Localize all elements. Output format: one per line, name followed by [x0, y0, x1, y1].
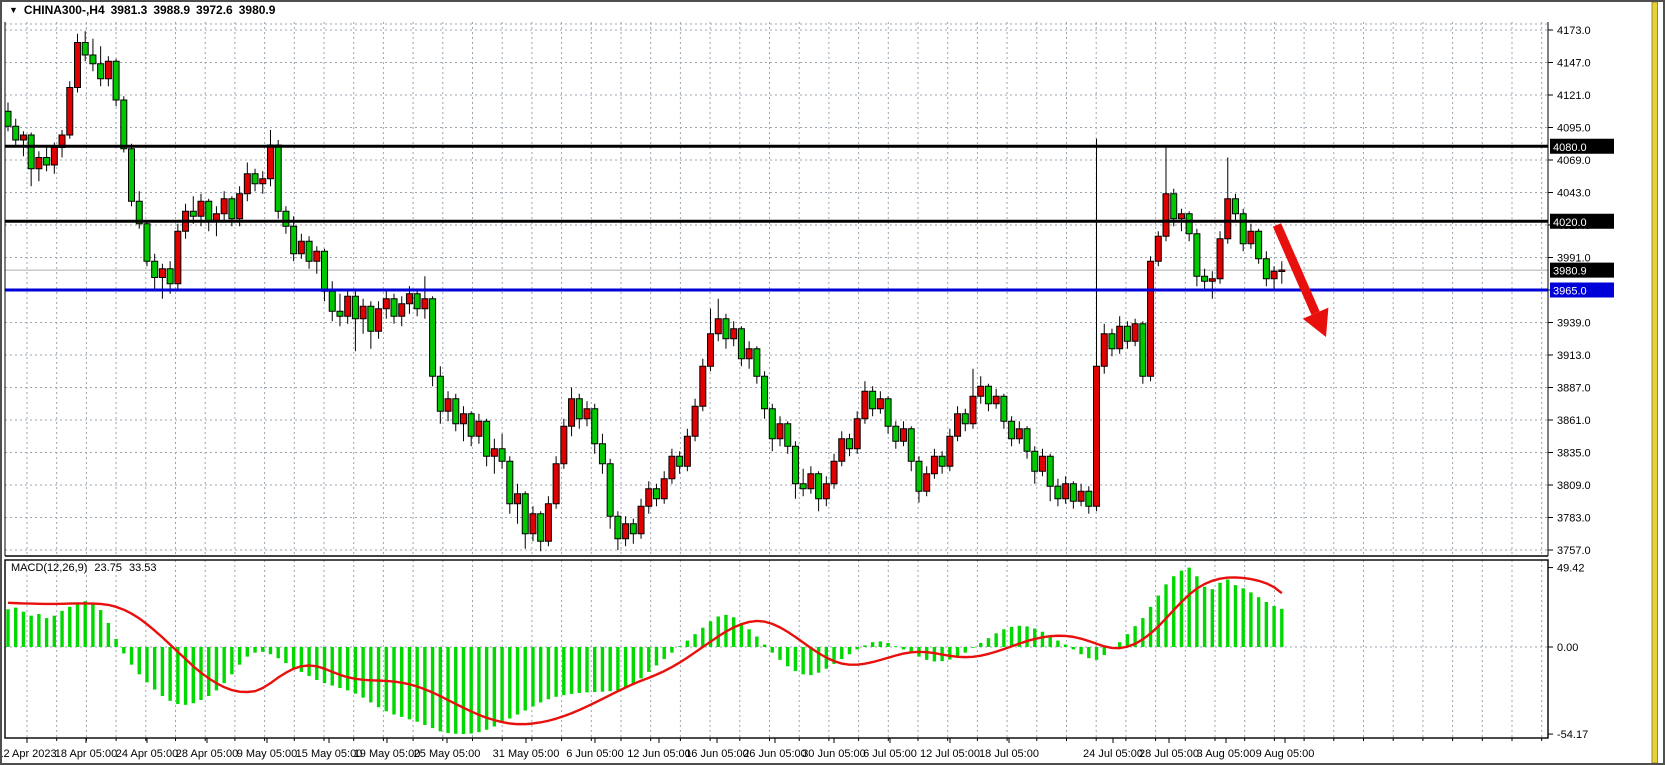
quote-close: 3980.9 — [239, 3, 276, 17]
svg-text:4095.0: 4095.0 — [1557, 123, 1591, 135]
price-tag-4080.0: 4080.0 — [1550, 139, 1614, 154]
quote-open: 3981.3 — [111, 3, 148, 17]
chart-canvas[interactable]: 4173.04147.04121.04095.04069.04043.04017… — [0, 0, 1665, 765]
svg-text:49.42: 49.42 — [1557, 563, 1585, 575]
svg-text:3861.0: 3861.0 — [1557, 415, 1591, 427]
chart-title: ▼ CHINA300-,H4 3981.3 3988.9 3972.6 3980… — [9, 3, 275, 17]
svg-text:3757.0: 3757.0 — [1557, 545, 1591, 557]
svg-text:30 Jun 05:00: 30 Jun 05:00 — [802, 748, 866, 760]
svg-text:4173.0: 4173.0 — [1557, 25, 1591, 37]
svg-text:0.00: 0.00 — [1557, 642, 1578, 654]
svg-text:3965.0: 3965.0 — [1553, 286, 1587, 298]
svg-text:3887.0: 3887.0 — [1557, 383, 1591, 395]
svg-text:3783.0: 3783.0 — [1557, 513, 1591, 525]
svg-text:25 May 05:00: 25 May 05:00 — [414, 748, 481, 760]
svg-text:28 Jul 05:00: 28 Jul 05:00 — [1139, 748, 1199, 760]
svg-text:4080.0: 4080.0 — [1553, 142, 1587, 154]
svg-text:24 Apr 05:00: 24 Apr 05:00 — [116, 748, 178, 760]
svg-text:16 Jun 05:00: 16 Jun 05:00 — [685, 748, 749, 760]
svg-text:3 Aug 05:00: 3 Aug 05:00 — [1197, 748, 1256, 760]
svg-text:19 May 05:00: 19 May 05:00 — [354, 748, 421, 760]
svg-text:3913.0: 3913.0 — [1557, 350, 1591, 362]
window-edge-strip — [1652, 2, 1658, 763]
svg-text:4069.0: 4069.0 — [1557, 155, 1591, 167]
svg-text:15 May 05:00: 15 May 05:00 — [296, 748, 363, 760]
svg-text:6 Jul 05:00: 6 Jul 05:00 — [863, 748, 917, 760]
svg-text:4043.0: 4043.0 — [1557, 188, 1591, 200]
symbol-dropdown-icon[interactable]: ▼ — [9, 4, 18, 16]
quote-high: 3988.9 — [153, 3, 190, 17]
svg-text:9 Aug 05:00: 9 Aug 05:00 — [1256, 748, 1315, 760]
svg-text:3980.9: 3980.9 — [1553, 266, 1587, 278]
macd-indicator-label: MACD(12,26,9) 23.75 33.53 — [11, 562, 156, 574]
svg-text:9 May 05:00: 9 May 05:00 — [237, 748, 298, 760]
macd-name: MACD(12,26,9) — [11, 562, 87, 574]
svg-text:24 Jul 05:00: 24 Jul 05:00 — [1083, 748, 1143, 760]
svg-text:3809.0: 3809.0 — [1557, 480, 1591, 492]
svg-text:31 May 05:00: 31 May 05:00 — [493, 748, 560, 760]
svg-text:3835.0: 3835.0 — [1557, 448, 1591, 460]
svg-text:-54.17: -54.17 — [1557, 729, 1588, 741]
svg-text:4020.0: 4020.0 — [1553, 217, 1587, 229]
symbol-period-label: CHINA300-,H4 — [24, 3, 105, 17]
quote-low: 3972.6 — [196, 3, 233, 17]
svg-text:3939.0: 3939.0 — [1557, 318, 1591, 330]
svg-text:28 Apr 05:00: 28 Apr 05:00 — [176, 748, 238, 760]
svg-text:4121.0: 4121.0 — [1557, 90, 1591, 102]
price-tag-4020.0: 4020.0 — [1550, 214, 1614, 229]
svg-text:18 Apr 05:00: 18 Apr 05:00 — [55, 748, 117, 760]
macd-signal-value: 33.53 — [129, 562, 157, 574]
svg-text:26 Jun 05:00: 26 Jun 05:00 — [743, 748, 807, 760]
svg-text:6 Jun 05:00: 6 Jun 05:00 — [566, 748, 624, 760]
svg-text:18 Jul 05:00: 18 Jul 05:00 — [979, 748, 1039, 760]
svg-text:12 Jul 05:00: 12 Jul 05:00 — [920, 748, 980, 760]
price-tag-3980.9: 3980.9 — [1550, 263, 1614, 278]
svg-text:12 Apr 2023: 12 Apr 2023 — [0, 748, 57, 760]
macd-value: 23.75 — [94, 562, 122, 574]
svg-text:12 Jun 05:00: 12 Jun 05:00 — [627, 748, 691, 760]
svg-text:4147.0: 4147.0 — [1557, 58, 1591, 70]
chart-window: 4173.04147.04121.04095.04069.04043.04017… — [0, 0, 1665, 765]
price-tag-3965.0: 3965.0 — [1550, 283, 1614, 298]
